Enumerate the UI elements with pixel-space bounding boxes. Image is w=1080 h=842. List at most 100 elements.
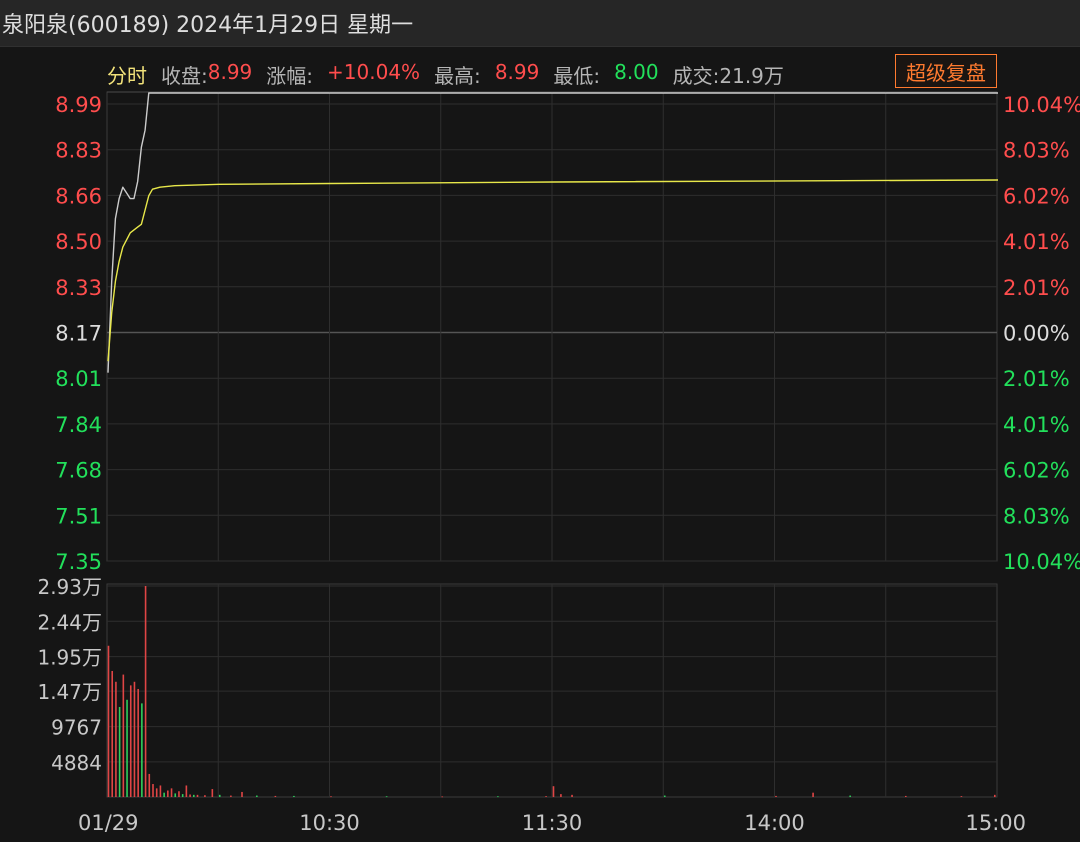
title-bar: 泉阳泉(600189) 2024年1月29日 星期一 bbox=[0, 0, 1080, 47]
pct-tick-label: 8.03% bbox=[1003, 139, 1070, 163]
volume-bar bbox=[144, 586, 147, 797]
intraday-chart: 8.99 10.04% 8.83 8.03% 8.66 6.02% 8.50 4.01% 8.3… bbox=[37, 91, 1080, 835]
volume-bar bbox=[178, 791, 180, 797]
volume-value: 21.9万 bbox=[719, 64, 784, 88]
volume-panel-frame bbox=[106, 583, 998, 798]
volume-tick-label: 2.93万 bbox=[37, 575, 102, 599]
volume-bar bbox=[196, 794, 199, 797]
volume-bar bbox=[663, 795, 666, 797]
pct-tick-label: 6.02% bbox=[1003, 184, 1070, 208]
volume-bar bbox=[107, 645, 110, 797]
volume-bar bbox=[993, 794, 996, 797]
low-value: 8.00 bbox=[614, 60, 659, 84]
volume-bar bbox=[211, 789, 214, 797]
price-tick-label: 8.01 bbox=[55, 367, 102, 391]
volume-bar bbox=[133, 681, 136, 797]
volume-bar bbox=[148, 773, 151, 797]
volume-bar bbox=[141, 703, 143, 797]
price-line bbox=[107, 92, 998, 373]
high-label: 最高: bbox=[434, 64, 481, 88]
mode-label[interactable]: 分时 bbox=[107, 60, 147, 88]
pct-tick-label: 4.01% bbox=[1003, 230, 1070, 254]
volume-bar bbox=[204, 795, 206, 797]
volume-bar bbox=[960, 796, 963, 797]
pct-tick-label: 10.04% bbox=[1003, 93, 1080, 117]
volume-bar bbox=[111, 670, 114, 797]
time-tick-label: 01/29 bbox=[78, 811, 139, 835]
volume-bar bbox=[118, 706, 121, 797]
avg-price-line bbox=[107, 179, 999, 362]
close-label: 收盘: bbox=[161, 64, 208, 88]
price-tick-label: 8.66 bbox=[55, 184, 102, 208]
pct-tick-label: 0.00% bbox=[1003, 322, 1070, 346]
low-label: 最低: bbox=[553, 64, 601, 88]
high-value: 8.99 bbox=[494, 60, 540, 84]
volume-bar bbox=[330, 796, 332, 798]
volume-bars bbox=[107, 586, 996, 798]
volume-bar bbox=[174, 793, 177, 797]
volume-bar bbox=[218, 794, 221, 797]
change-label: 涨幅: bbox=[266, 64, 314, 88]
volume-bar bbox=[122, 674, 125, 797]
volume-bar bbox=[441, 796, 444, 798]
pct-tick-label: 2.01% bbox=[1003, 276, 1070, 300]
price-panel-frame bbox=[106, 91, 998, 562]
volume-bar bbox=[241, 791, 243, 797]
volume-bar bbox=[230, 795, 232, 797]
volume-bar bbox=[775, 795, 777, 797]
pct-tick-label: 8.03% bbox=[1003, 504, 1070, 528]
price-tick-label: 7.51 bbox=[55, 504, 102, 528]
quote-info-bar: 分时 收盘: 8.99 涨幅: +10.04% 最高: 8.99 最低: 8.0… bbox=[107, 60, 784, 88]
volume-bar bbox=[256, 795, 258, 797]
volume-bar bbox=[181, 794, 184, 797]
volume-bar bbox=[129, 685, 132, 797]
price-tick-label: 8.99 bbox=[55, 93, 102, 117]
volume-bar bbox=[849, 795, 851, 797]
volume-bar bbox=[115, 681, 117, 797]
volume-tick-label: 1.95万 bbox=[37, 646, 102, 670]
close-value: 8.99 bbox=[207, 60, 253, 84]
pct-tick-label: 4.01% bbox=[1003, 413, 1070, 437]
time-tick-label: 15:00 bbox=[965, 811, 1026, 835]
volume-bar bbox=[571, 794, 573, 797]
volume-bar bbox=[167, 790, 169, 797]
volume-tick-label: 4884 bbox=[51, 751, 102, 775]
volume-bar bbox=[192, 794, 195, 797]
time-tick-label: 14:00 bbox=[744, 811, 805, 835]
change-value: +10.04% bbox=[327, 60, 421, 84]
volume-bar bbox=[552, 786, 555, 797]
pct-tick-label: 10.04% bbox=[1003, 550, 1080, 574]
volume-tick-label: 1.47万 bbox=[37, 680, 102, 704]
super-replay-button[interactable]: 超级复盘 bbox=[895, 54, 997, 88]
volume-tick-label: 2.44万 bbox=[37, 610, 102, 634]
volume-bar bbox=[560, 794, 562, 797]
volume-bar bbox=[170, 788, 173, 797]
volume-bar bbox=[545, 796, 547, 797]
price-tick-label: 7.35 bbox=[55, 550, 102, 574]
axis-labels: 8.99 10.04% 8.83 8.03% 8.66 6.02% 8.50 4.01% 8.3… bbox=[37, 93, 1080, 835]
time-tick-label: 11:30 bbox=[522, 811, 583, 835]
volume-bar bbox=[137, 688, 139, 797]
volume-bar bbox=[159, 785, 162, 797]
volume-bar bbox=[497, 796, 499, 798]
volume-bar bbox=[293, 795, 295, 797]
volume-bar bbox=[189, 794, 191, 797]
volume-tick-label: 9767 bbox=[51, 716, 102, 740]
page-title: 泉阳泉(600189) 2024年1月29日 星期一 bbox=[2, 13, 414, 38]
volume-bar bbox=[185, 785, 188, 797]
price-tick-label: 7.84 bbox=[55, 413, 102, 437]
volume-bar bbox=[812, 792, 814, 797]
volume-bar bbox=[155, 788, 158, 797]
pct-tick-label: 2.01% bbox=[1003, 367, 1070, 391]
price-tick-label: 8.17 bbox=[55, 322, 102, 346]
chart-grid bbox=[106, 91, 998, 798]
price-tick-label: 8.50 bbox=[55, 230, 102, 254]
volume-bar bbox=[126, 699, 128, 797]
